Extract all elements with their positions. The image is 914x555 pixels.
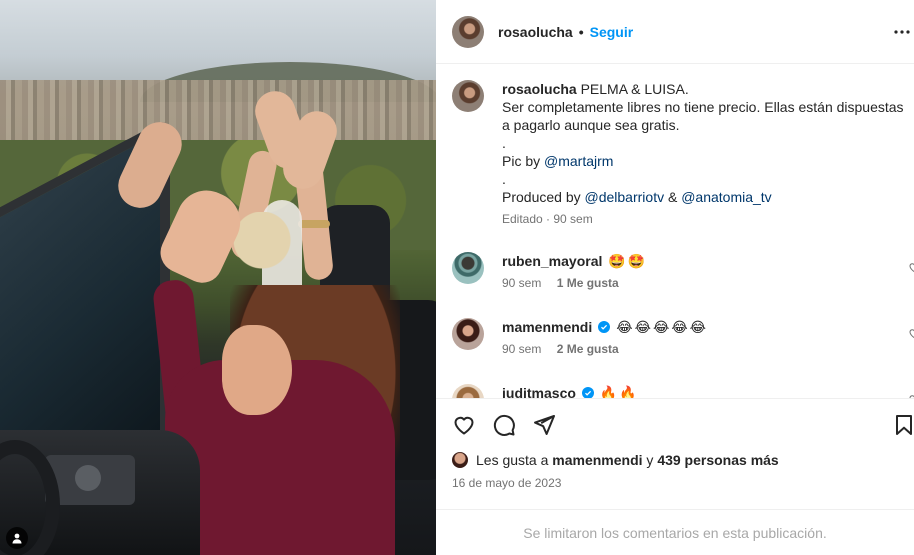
heart-icon[interactable]	[908, 260, 914, 273]
produced-by-label: Produced by	[502, 189, 581, 205]
post-header: rosaolucha • Seguir	[436, 0, 914, 64]
likes-user[interactable]: mamenmendi	[552, 452, 642, 468]
comment-item: ruben_mayoral 🤩🤩 90 sem 1 Me gusta	[452, 252, 914, 290]
comments-scroll-area[interactable]: rosaolucha PELMA & LUISA. Ser completame…	[436, 64, 914, 398]
heart-icon[interactable]	[452, 413, 476, 437]
avatar[interactable]	[452, 15, 484, 48]
more-horizontal-icon[interactable]	[894, 22, 914, 42]
post-actions-bar	[436, 398, 914, 450]
comment-time: 90 sem	[502, 342, 542, 356]
likes-summary[interactable]: Les gusta a mamenmendi y 439 personas má…	[452, 452, 779, 468]
verified-badge-icon	[581, 387, 594, 398]
comment-item: juditmasco 🔥🔥	[452, 384, 914, 398]
follow-button[interactable]: Seguir	[590, 24, 634, 40]
bookmark-icon[interactable]	[892, 413, 914, 437]
caption-username[interactable]: rosaolucha	[502, 81, 577, 97]
caption-separator: .	[502, 135, 506, 151]
comments-limited-notice: Se limitaron los comentarios en esta pub…	[436, 509, 914, 555]
comment-text: 🤩🤩	[608, 253, 648, 269]
comment-username[interactable]: mamenmendi	[502, 318, 592, 336]
likes-joiner: y	[646, 452, 654, 468]
comment-bubble-icon[interactable]	[492, 413, 516, 437]
post-author-username[interactable]: rosaolucha	[498, 24, 573, 40]
post-date[interactable]: 16 de mayo de 2023	[452, 476, 561, 490]
comment-time: 90 sem	[502, 276, 542, 290]
paper-plane-icon[interactable]	[532, 413, 556, 437]
comment-likes[interactable]: 1 Me gusta	[557, 276, 619, 290]
separator-dot: •	[578, 23, 584, 40]
pic-by-label: Pic by	[502, 153, 541, 169]
mention-link[interactable]: @delbarriotv	[585, 189, 665, 205]
comment-likes[interactable]: 2 Me gusta	[557, 342, 619, 356]
verified-badge-icon	[598, 321, 611, 333]
heart-icon[interactable]	[908, 326, 914, 339]
caption-body: Ser completamente libres no tiene precio…	[502, 99, 904, 133]
user-tag-icon[interactable]	[6, 527, 28, 549]
ampersand: &	[667, 189, 678, 205]
comment-meta: 90 sem 1 Me gusta	[502, 276, 912, 290]
photo-blonde-woman	[232, 212, 292, 292]
mention-link[interactable]: @martajrm	[544, 153, 613, 169]
comment-meta: 90 sem 2 Me gusta	[502, 342, 912, 356]
post-photo[interactable]	[0, 0, 436, 555]
mention-link[interactable]: @anatomia_tv	[681, 189, 771, 205]
avatar[interactable]	[452, 80, 484, 112]
likes-prefix: Les gusta a	[476, 452, 549, 468]
comment-item: mamenmendi 😂😂😂😂😂 90 sem 2 Me gusta	[452, 318, 914, 356]
post-caption: rosaolucha PELMA & LUISA. Ser completame…	[452, 80, 914, 226]
caption-separator: .	[502, 171, 506, 187]
comment-text: 🔥🔥	[599, 385, 639, 398]
avatar	[452, 452, 468, 468]
avatar[interactable]	[452, 252, 484, 284]
comment-username[interactable]: ruben_mayoral	[502, 252, 602, 270]
avatar[interactable]	[452, 318, 484, 350]
post-side-panel: rosaolucha • Seguir rosaolucha PELMA & L…	[436, 0, 914, 555]
caption-title: PELMA & LUISA.	[580, 81, 689, 97]
photo-face	[222, 325, 292, 415]
comment-username[interactable]: juditmasco	[502, 384, 576, 398]
caption-text: rosaolucha PELMA & LUISA. Ser completame…	[502, 80, 912, 206]
comment-text: 😂😂😂😂😂	[616, 319, 709, 335]
caption-meta: Editado · 90 sem	[502, 212, 593, 226]
photo-watch	[298, 220, 330, 228]
likes-count[interactable]: 439 personas más	[657, 452, 778, 468]
avatar[interactable]	[452, 384, 484, 398]
